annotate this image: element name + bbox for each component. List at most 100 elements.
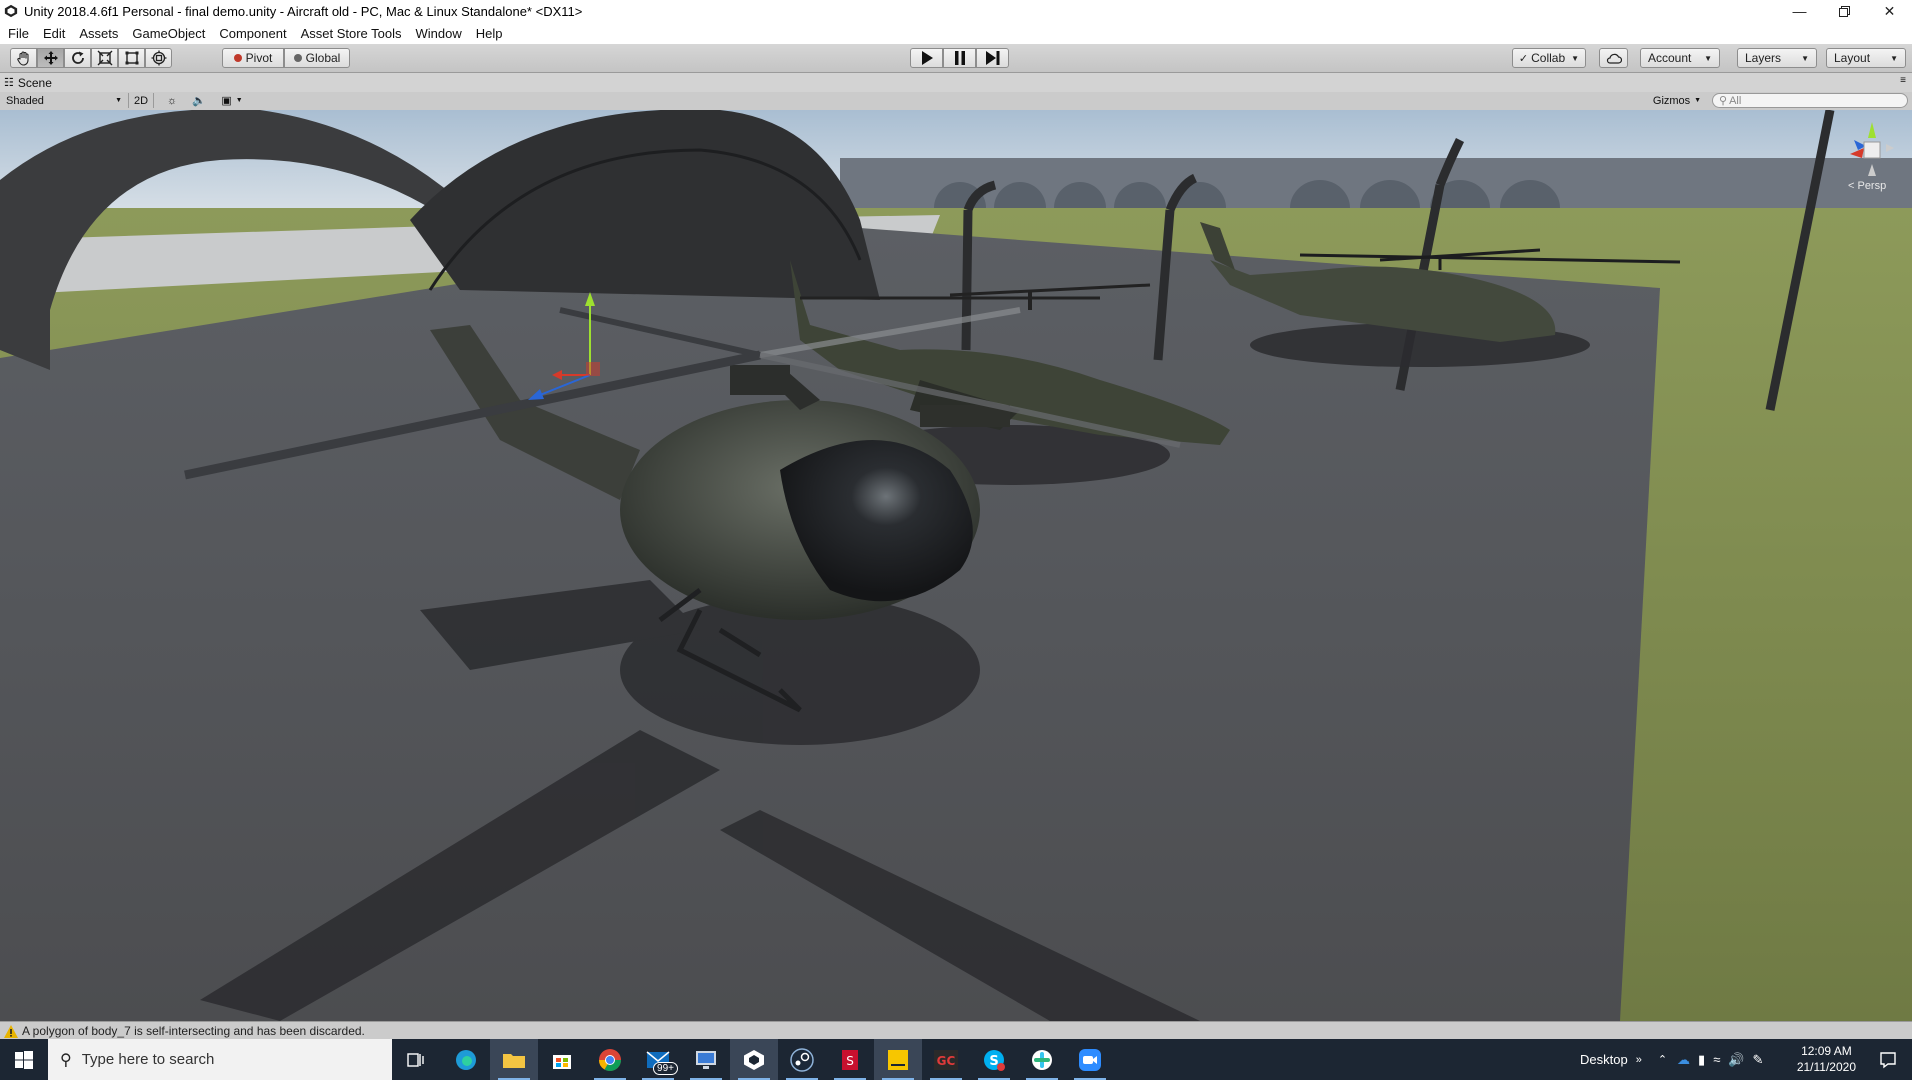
2d-toggle-button[interactable]: 2D <box>128 93 154 108</box>
orientation-gizmo[interactable]: < Persp <box>1842 120 1902 192</box>
effects-dropdown[interactable]: ▣ ▼ <box>217 93 247 108</box>
shading-mode-dropdown[interactable]: Shaded ▼ <box>6 93 122 108</box>
menu-help[interactable]: Help <box>469 26 510 41</box>
collab-dropdown[interactable]: ✓ Collab ▼ <box>1512 48 1586 68</box>
clock-date: 21/11/2020 <box>1796 1060 1856 1074</box>
play-button[interactable] <box>910 48 943 68</box>
onedrive-icon[interactable]: ☁ <box>1677 1052 1690 1068</box>
account-dropdown[interactable]: Account ▼ <box>1640 48 1720 68</box>
scene-viewport[interactable]: < Persp <box>0 110 1912 1021</box>
pause-button[interactable] <box>943 48 976 68</box>
slack-icon[interactable] <box>1018 1039 1066 1080</box>
battery-icon[interactable]: ▮ <box>1698 1052 1705 1068</box>
taskbar-clock[interactable]: 12:09 AM 21/11/2020 <box>1797 1043 1856 1075</box>
move-arrows-icon <box>43 51 58 65</box>
window-title: Unity 2018.4.6f1 Personal - final demo.u… <box>24 3 583 19</box>
chevron-right-icon[interactable]: » <box>1636 1054 1642 1066</box>
unity-icon[interactable] <box>730 1039 778 1080</box>
layout-label: Layout <box>1834 51 1871 65</box>
menu-component[interactable]: Component <box>212 26 293 41</box>
steam-icon[interactable] <box>778 1039 826 1080</box>
remote-desktop-icon[interactable] <box>682 1039 730 1080</box>
rect-tool-button[interactable] <box>118 48 145 68</box>
taskbar-search-input[interactable]: ⚲ Type here to search <box>48 1039 392 1080</box>
skype-icon[interactable]: S <box>970 1039 1018 1080</box>
mail-icon[interactable]: 99+ <box>634 1039 682 1080</box>
search-icon: ⚲ <box>60 1051 72 1069</box>
step-button[interactable] <box>976 48 1009 68</box>
pen-icon[interactable]: ✎ <box>1753 1052 1764 1068</box>
play-icon <box>921 51 933 65</box>
zoom-icon[interactable] <box>1066 1039 1114 1080</box>
account-label: Account <box>1648 51 1692 65</box>
rotate-tool-button[interactable] <box>64 48 91 68</box>
notifications-icon[interactable] <box>1864 1039 1912 1080</box>
wifi-icon[interactable]: ≈ <box>1713 1052 1720 1067</box>
chevron-down-icon: ▼ <box>1801 53 1809 63</box>
sticky-notes-icon[interactable] <box>874 1039 922 1080</box>
search-icon: ⚲ <box>1719 95 1728 107</box>
layers-dropdown[interactable]: Layers ▼ <box>1737 48 1817 68</box>
gc-icon[interactable]: GC <box>922 1039 970 1080</box>
minimize-icon[interactable]: — <box>1777 0 1822 22</box>
scale-tool-button[interactable] <box>91 48 118 68</box>
menu-file[interactable]: File <box>0 26 36 41</box>
menu-edit[interactable]: Edit <box>36 26 72 41</box>
chrome-icon[interactable] <box>586 1039 634 1080</box>
volume-icon[interactable]: 🔊 <box>1728 1052 1744 1068</box>
mail-badge: 99+ <box>653 1062 678 1075</box>
hand-tool-button[interactable] <box>10 48 37 68</box>
scene-tab-label: Scene <box>17 75 52 90</box>
transform-tool-button[interactable] <box>145 48 172 68</box>
layout-dropdown[interactable]: Layout ▼ <box>1826 48 1906 68</box>
chevron-down-icon: ▼ <box>1694 97 1702 104</box>
file-explorer-icon[interactable] <box>490 1039 538 1080</box>
task-view-icon[interactable] <box>392 1039 440 1080</box>
autodesk-icon[interactable]: S <box>826 1039 874 1080</box>
chevron-down-icon: ▼ <box>235 97 243 104</box>
title-bar: Unity 2018.4.6f1 Personal - final demo.u… <box>0 0 1912 22</box>
scene-grid-icon: ☷ <box>4 77 14 89</box>
chevron-down-icon: ▼ <box>1571 53 1580 63</box>
persp-label: < Persp <box>1848 180 1887 192</box>
edge-icon[interactable] <box>442 1039 490 1080</box>
close-icon[interactable]: ✕ <box>1867 0 1912 22</box>
clock-time: 12:09 AM <box>1801 1044 1852 1058</box>
hand-icon <box>16 51 29 66</box>
menu-assets[interactable]: Assets <box>72 26 125 41</box>
tab-menu-icon[interactable]: ≡ <box>1900 75 1906 86</box>
store-icon[interactable] <box>538 1039 586 1080</box>
scene-render <box>0 110 1912 1021</box>
image-icon: ▣ <box>221 95 232 107</box>
desktop-toolbar[interactable]: Desktop <box>1580 1052 1628 1067</box>
start-button[interactable] <box>0 1039 48 1080</box>
taskbar-search-placeholder: Type here to search <box>81 1051 215 1068</box>
global-label: Global <box>305 51 341 65</box>
pause-icon <box>954 51 965 65</box>
menu-asset-store-tools[interactable]: Asset Store Tools <box>294 26 409 41</box>
system-tray: Desktop » ⌃ ☁ ▮ ≈ 🔊 ✎ <box>1580 1039 1763 1080</box>
cloud-button[interactable] <box>1599 48 1628 68</box>
globe-icon <box>293 54 302 62</box>
pivot-toggle-button[interactable]: Pivot <box>222 48 284 68</box>
chevron-up-icon[interactable]: ⌃ <box>1658 1053 1667 1066</box>
scene-tab-bar: ☷ Scene ≡ <box>0 73 1912 93</box>
status-bar[interactable]: A polygon of body_7 is self-intersecting… <box>0 1021 1912 1040</box>
menu-bar: File Edit Assets GameObject Component As… <box>0 22 1912 44</box>
gizmos-dropdown[interactable]: Gizmos ▼ <box>1650 93 1704 108</box>
transform-icon <box>151 50 166 66</box>
menu-gameobject[interactable]: GameObject <box>125 26 212 41</box>
restore-icon[interactable] <box>1822 0 1867 22</box>
global-toggle-button[interactable]: Global <box>284 48 350 68</box>
lighting-toggle-button[interactable]: ☼ <box>164 93 180 108</box>
svg-text:S: S <box>846 1054 854 1068</box>
windows-logo-icon <box>15 1050 33 1069</box>
check-icon: ✓ <box>1518 52 1529 65</box>
menu-window[interactable]: Window <box>409 26 469 41</box>
scene-search-input[interactable]: ⚲ All <box>1712 93 1908 108</box>
audio-toggle-button[interactable]: 🔈 <box>190 93 208 108</box>
move-tool-button[interactable] <box>37 48 64 68</box>
tab-scene[interactable]: ☷ Scene <box>4 76 52 90</box>
chevron-down-icon: ▼ <box>1704 53 1712 63</box>
scene-search-placeholder: All <box>1729 94 1742 107</box>
